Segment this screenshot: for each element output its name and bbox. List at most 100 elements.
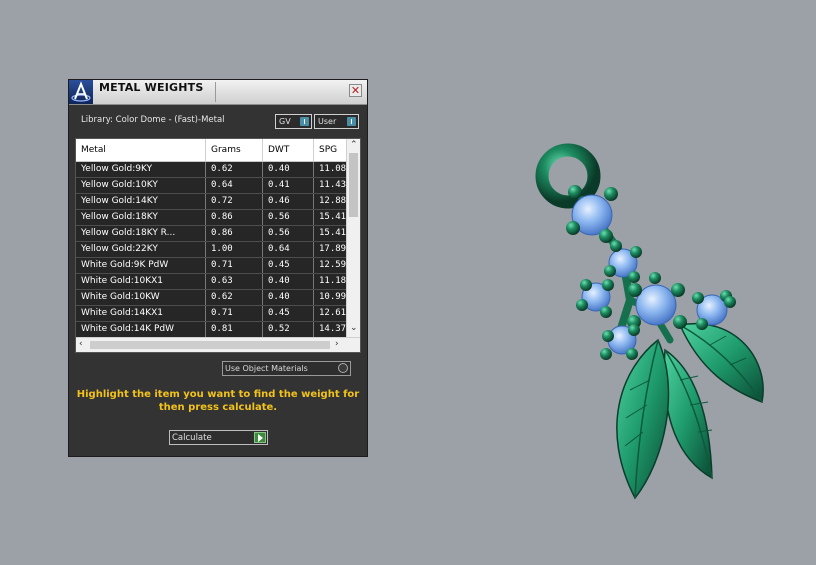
column-header-grams[interactable]: Grams	[206, 139, 263, 161]
cell-grams: 0.86	[211, 228, 233, 238]
horizontal-scrollbar[interactable]: ‹ ›	[76, 337, 360, 352]
app-logo-icon	[69, 80, 93, 104]
column-divider	[313, 258, 314, 273]
calculate-label: Calculate	[172, 433, 212, 443]
column-divider	[262, 210, 263, 225]
column-divider	[313, 226, 314, 241]
vertical-scroll-thumb[interactable]	[349, 153, 358, 217]
cell-spg: 11.18	[319, 276, 346, 286]
cell-grams: 0.81	[211, 324, 233, 334]
cell-spg: 12.61	[319, 308, 346, 318]
cell-metal: Yellow Gold:18KY R...	[81, 228, 176, 238]
column-divider	[205, 258, 206, 273]
column-header-metal[interactable]: Metal	[76, 139, 206, 161]
table-row[interactable]: Yellow Gold:10KY 0.64 0.41 11.43	[76, 178, 346, 194]
cell-dwt: 0.40	[268, 276, 290, 286]
cell-dwt: 0.41	[268, 180, 290, 190]
cell-dwt: 0.45	[268, 260, 290, 270]
calculate-button[interactable]: Calculate	[169, 430, 268, 445]
scroll-right-icon[interactable]: ›	[335, 339, 339, 349]
column-divider	[313, 162, 314, 177]
column-divider	[262, 322, 263, 337]
cell-grams: 0.64	[211, 180, 233, 190]
horizontal-scroll-thumb[interactable]	[90, 341, 330, 349]
cell-spg: 11.08	[319, 164, 346, 174]
metal-weights-table[interactable]: Metal Grams DWT SPG Yellow Gold:9KY 0.62 0…	[75, 138, 361, 353]
table-row[interactable]: Yellow Gold:18KY 0.86 0.56 15.41	[76, 210, 346, 226]
panel-titlebar[interactable]: METAL WEIGHTS ✕	[69, 80, 367, 105]
table-row[interactable]: Yellow Gold:9KY 0.62 0.40 11.08	[76, 162, 346, 178]
column-divider	[262, 178, 263, 193]
column-divider	[262, 306, 263, 321]
scroll-down-icon[interactable]: ⌄	[350, 323, 358, 333]
cell-metal: Yellow Gold:9KY	[81, 164, 153, 174]
column-divider	[205, 226, 206, 241]
radio-icon	[338, 363, 348, 373]
cell-metal: Yellow Gold:22KY	[81, 244, 158, 254]
table-row[interactable]: Yellow Gold:18KY R... 0.86 0.56 15.41	[76, 226, 346, 242]
column-divider	[313, 322, 314, 337]
table-row[interactable]: Yellow Gold:14KY 0.72 0.46 12.88	[76, 194, 346, 210]
cell-grams: 0.71	[211, 308, 233, 318]
column-divider	[313, 194, 314, 209]
cell-spg: 11.43	[319, 180, 346, 190]
column-divider	[262, 226, 263, 241]
pendant-model-viewport[interactable]	[530, 140, 780, 510]
column-divider	[205, 322, 206, 337]
table-row[interactable]: White Gold:14KX1 0.71 0.45 12.61	[76, 306, 346, 322]
table-row[interactable]: White Gold:9K PdW 0.71 0.45 12.59	[76, 258, 346, 274]
cell-metal: Yellow Gold:10KY	[81, 180, 158, 190]
cell-spg: 15.41	[319, 228, 346, 238]
column-divider	[262, 274, 263, 289]
cell-grams: 0.71	[211, 260, 233, 270]
cell-metal: Yellow Gold:18KY	[81, 212, 158, 222]
user-toggle[interactable]: User	[314, 114, 359, 129]
column-divider	[205, 210, 206, 225]
column-header-spg[interactable]: SPG	[314, 139, 346, 161]
table-row[interactable]: Yellow Gold:22KY 1.00 0.64 17.89	[76, 242, 346, 258]
close-button[interactable]: ✕	[349, 84, 362, 97]
cell-metal: White Gold:9K PdW	[81, 260, 169, 270]
user-toggle-label: User	[318, 117, 337, 126]
cell-metal: Yellow Gold:14KY	[81, 196, 158, 206]
column-divider	[205, 306, 206, 321]
library-label: Library: Color Dome - (Fast)-Metal	[81, 115, 225, 125]
table-row[interactable]: White Gold:14K PdW 0.81 0.52 14.37	[76, 322, 346, 338]
use-object-materials-toggle[interactable]: Use Object Materials	[222, 361, 351, 376]
column-divider	[313, 274, 314, 289]
toggle-switch-icon	[347, 117, 356, 126]
panel-title: METAL WEIGHTS	[99, 81, 204, 94]
title-divider	[215, 82, 216, 102]
use-object-materials-label: Use Object Materials	[225, 364, 308, 373]
column-divider	[313, 210, 314, 225]
cell-metal: White Gold:10KW	[81, 292, 160, 302]
cell-dwt: 0.52	[268, 324, 290, 334]
column-divider	[262, 162, 263, 177]
metal-weights-panel: METAL WEIGHTS ✕ Library: Color Dome - (F…	[68, 79, 368, 457]
cell-metal: White Gold:14K PdW	[81, 324, 175, 334]
table-header: Metal Grams DWT SPG	[76, 139, 346, 162]
scroll-up-icon[interactable]: ⌃	[350, 140, 358, 150]
column-divider	[205, 162, 206, 177]
column-divider	[262, 290, 263, 305]
scroll-left-icon[interactable]: ‹	[79, 339, 83, 349]
table-row[interactable]: White Gold:10KW 0.62 0.40 10.99	[76, 290, 346, 306]
cell-dwt: 0.64	[268, 244, 290, 254]
table-row[interactable]: White Gold:10KX1 0.63 0.40 11.18	[76, 274, 346, 290]
cell-spg: 12.59	[319, 260, 346, 270]
gv-toggle[interactable]: GV	[275, 114, 312, 129]
cell-grams: 0.62	[211, 164, 233, 174]
column-divider	[262, 258, 263, 273]
cell-grams: 0.86	[211, 212, 233, 222]
cell-dwt: 0.56	[268, 228, 290, 238]
toggle-switch-icon	[300, 117, 309, 126]
cell-metal: White Gold:14KX1	[81, 308, 164, 318]
column-divider	[205, 242, 206, 257]
cell-spg: 10.99	[319, 292, 346, 302]
column-divider	[313, 178, 314, 193]
column-header-dwt[interactable]: DWT	[263, 139, 314, 161]
vertical-scrollbar[interactable]: ⌃ ⌄	[346, 139, 360, 338]
play-icon[interactable]	[254, 432, 266, 443]
column-divider	[262, 194, 263, 209]
column-divider	[205, 290, 206, 305]
